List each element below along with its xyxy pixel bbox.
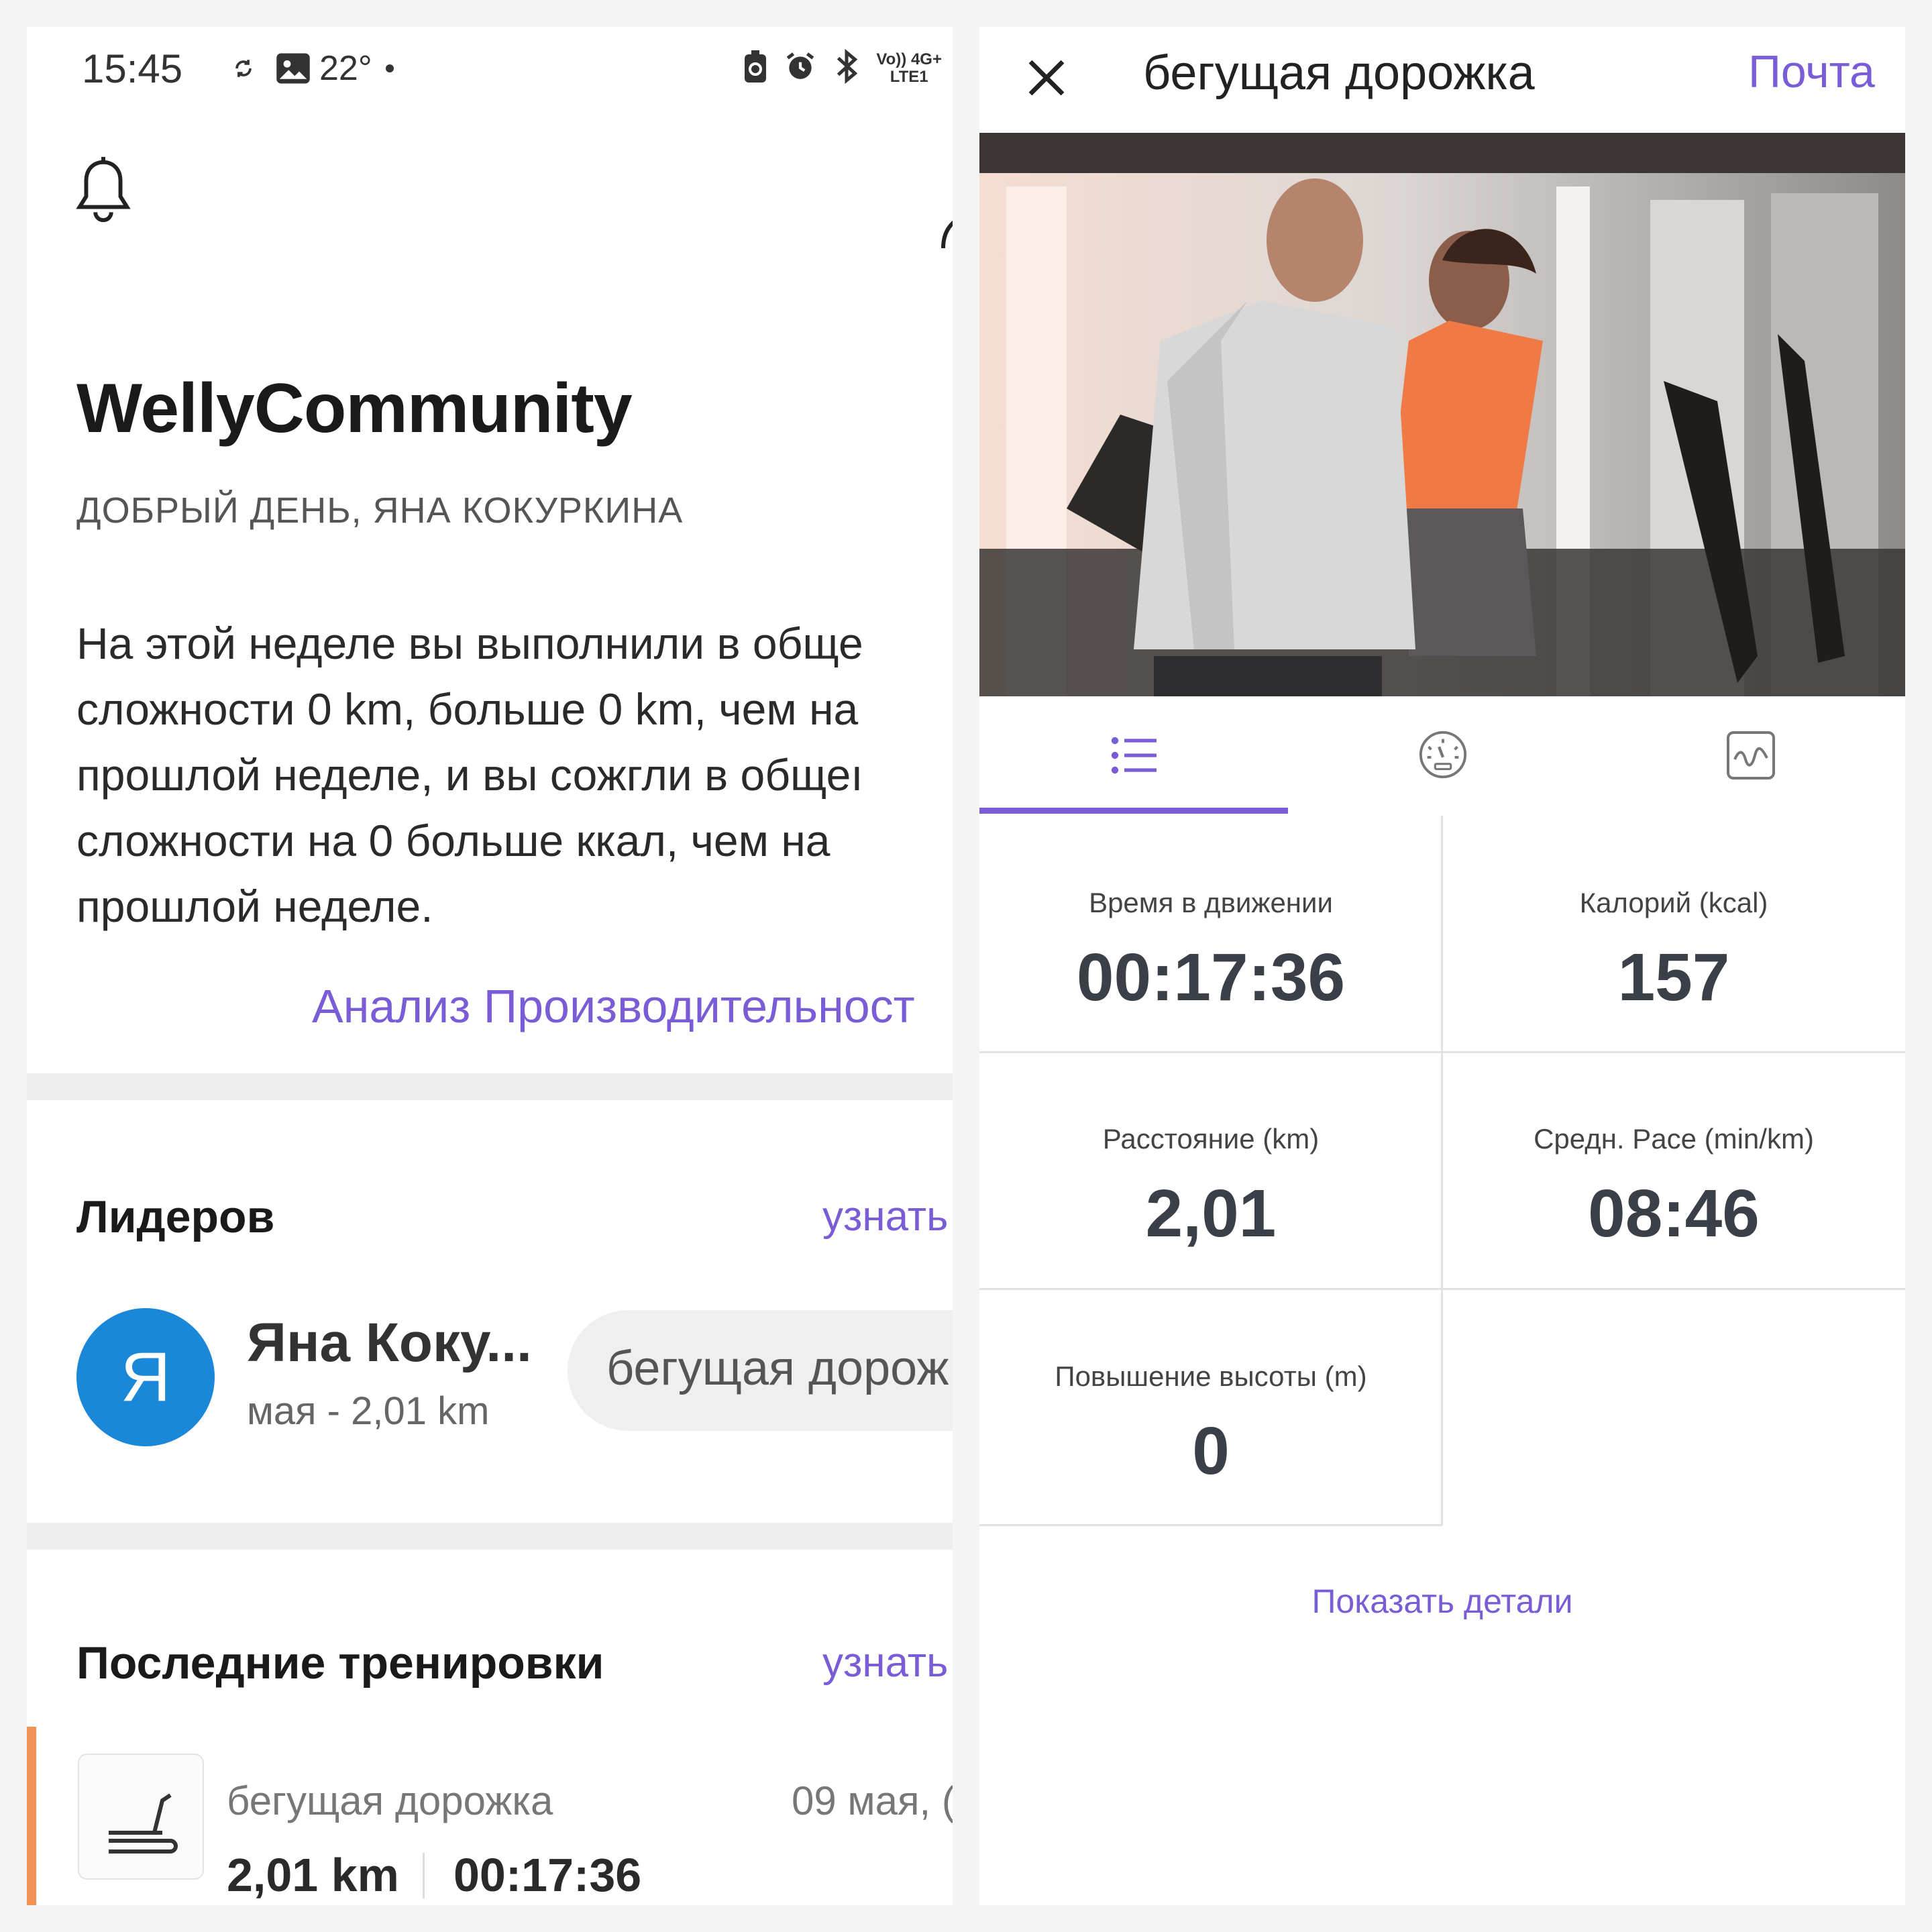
recent-workouts-title: Последние тренировки [76,1638,604,1688]
tab-summary[interactable] [979,698,1288,816]
summary-line: сложности на 0 больше ккал, чем на [76,816,830,865]
speedometer-icon [1419,731,1467,779]
app-title: WellyCommunity [76,370,633,447]
leader-name: Яна Коку... [247,1312,532,1373]
stat-label-pace: Средн. Pace (min/km) [1534,1123,1814,1155]
avatar[interactable]: Я [76,1308,215,1446]
status-bar: 15:45 22° Vo)) 4G+ LTE1 [27,27,953,114]
workout-distance: 2,01 km [227,1849,399,1901]
summary-line: сложности 0 km, больше 0 km, чем на [76,684,859,734]
workout-duration: 00:17:36 [453,1849,642,1901]
stat-value-distance: 2,01 [1145,1176,1277,1251]
chart-icon [1727,731,1775,780]
sync-icon [232,50,255,87]
network-indicator: Vo)) 4G+ LTE1 [876,50,942,86]
stat-value-time: 00:17:36 [1076,940,1346,1015]
status-right: Vo)) 4G+ LTE1 [742,48,942,88]
alarm-icon [784,50,817,87]
section-divider [27,1523,953,1550]
grid-line [979,1288,1905,1290]
list-icon [1111,737,1157,774]
treadmill-icon [78,1754,204,1880]
bluetooth-icon [832,48,861,88]
section-divider [27,1073,953,1100]
active-tab-indicator [979,808,1288,814]
workout-accent-bar [27,1727,36,1905]
summary-line: прошлой неделе, и вы сожгли в общеı [76,750,863,800]
summary-line: На этой неделе вы выполнили в обще [76,619,863,668]
grid-line [979,1524,1442,1526]
profile-icon[interactable] [932,168,953,249]
workout-hero-image [979,133,1905,696]
status-time: 15:45 [82,46,183,91]
performance-analysis-link[interactable]: Анализ Производительност [312,979,915,1033]
leaders-title: Лидеров [76,1191,275,1242]
greeting: ДОБРЫЙ ДЕНЬ, ЯНА КОКУРКИНА [76,490,684,531]
stat-value-pace: 08:46 [1588,1176,1760,1251]
temperature: 22° [319,49,372,88]
tab-chart[interactable] [1597,698,1905,816]
stat-value-elevation: 0 [1192,1413,1230,1489]
gallery-icon [275,50,311,87]
weekly-summary: На этой неделе вы выполнили в обще сложн… [76,610,953,939]
mail-link[interactable]: Почта [1748,46,1875,98]
activity-chip[interactable]: бегущая дорож [568,1310,953,1431]
tab-speed[interactable] [1288,698,1597,816]
stat-label-distance: Расстояние (km) [1102,1123,1320,1155]
notification-bell-icon[interactable] [71,154,136,235]
workout-title: бегущая дорожка [1143,46,1535,100]
close-icon[interactable] [1020,51,1073,105]
show-details-link[interactable]: Показать детали [979,1582,1905,1621]
activity-chip-label: бегущая дорож [606,1342,949,1395]
stat-label-time: Время в движении [1089,887,1333,918]
divider [423,1853,425,1898]
grid-line [979,1051,1905,1053]
workout-date: 09 мая, ( [792,1778,953,1823]
workout-detail-screen: бегущая дорожка Почта Время в движении 0… [979,27,1905,1905]
stat-label-elevation: Повышение высоты (m) [1055,1360,1367,1392]
stat-label-calories: Калорий (kcal) [1579,887,1768,918]
workout-name: бегущая дорожка [227,1778,553,1823]
dot-icon [385,50,394,87]
home-screen: 15:45 22° Vo)) 4G+ LTE1 WellyCommunity Д… [27,27,953,1905]
leaders-more-link[interactable]: узнать [822,1193,948,1240]
stat-value-calories: 157 [1617,940,1730,1015]
recent-workouts-more-link[interactable]: узнать [822,1639,948,1686]
leader-summary: мая - 2,01 km [247,1389,490,1433]
summary-line: прошлой неделе. [76,881,433,931]
battery-saver-icon [742,49,769,87]
